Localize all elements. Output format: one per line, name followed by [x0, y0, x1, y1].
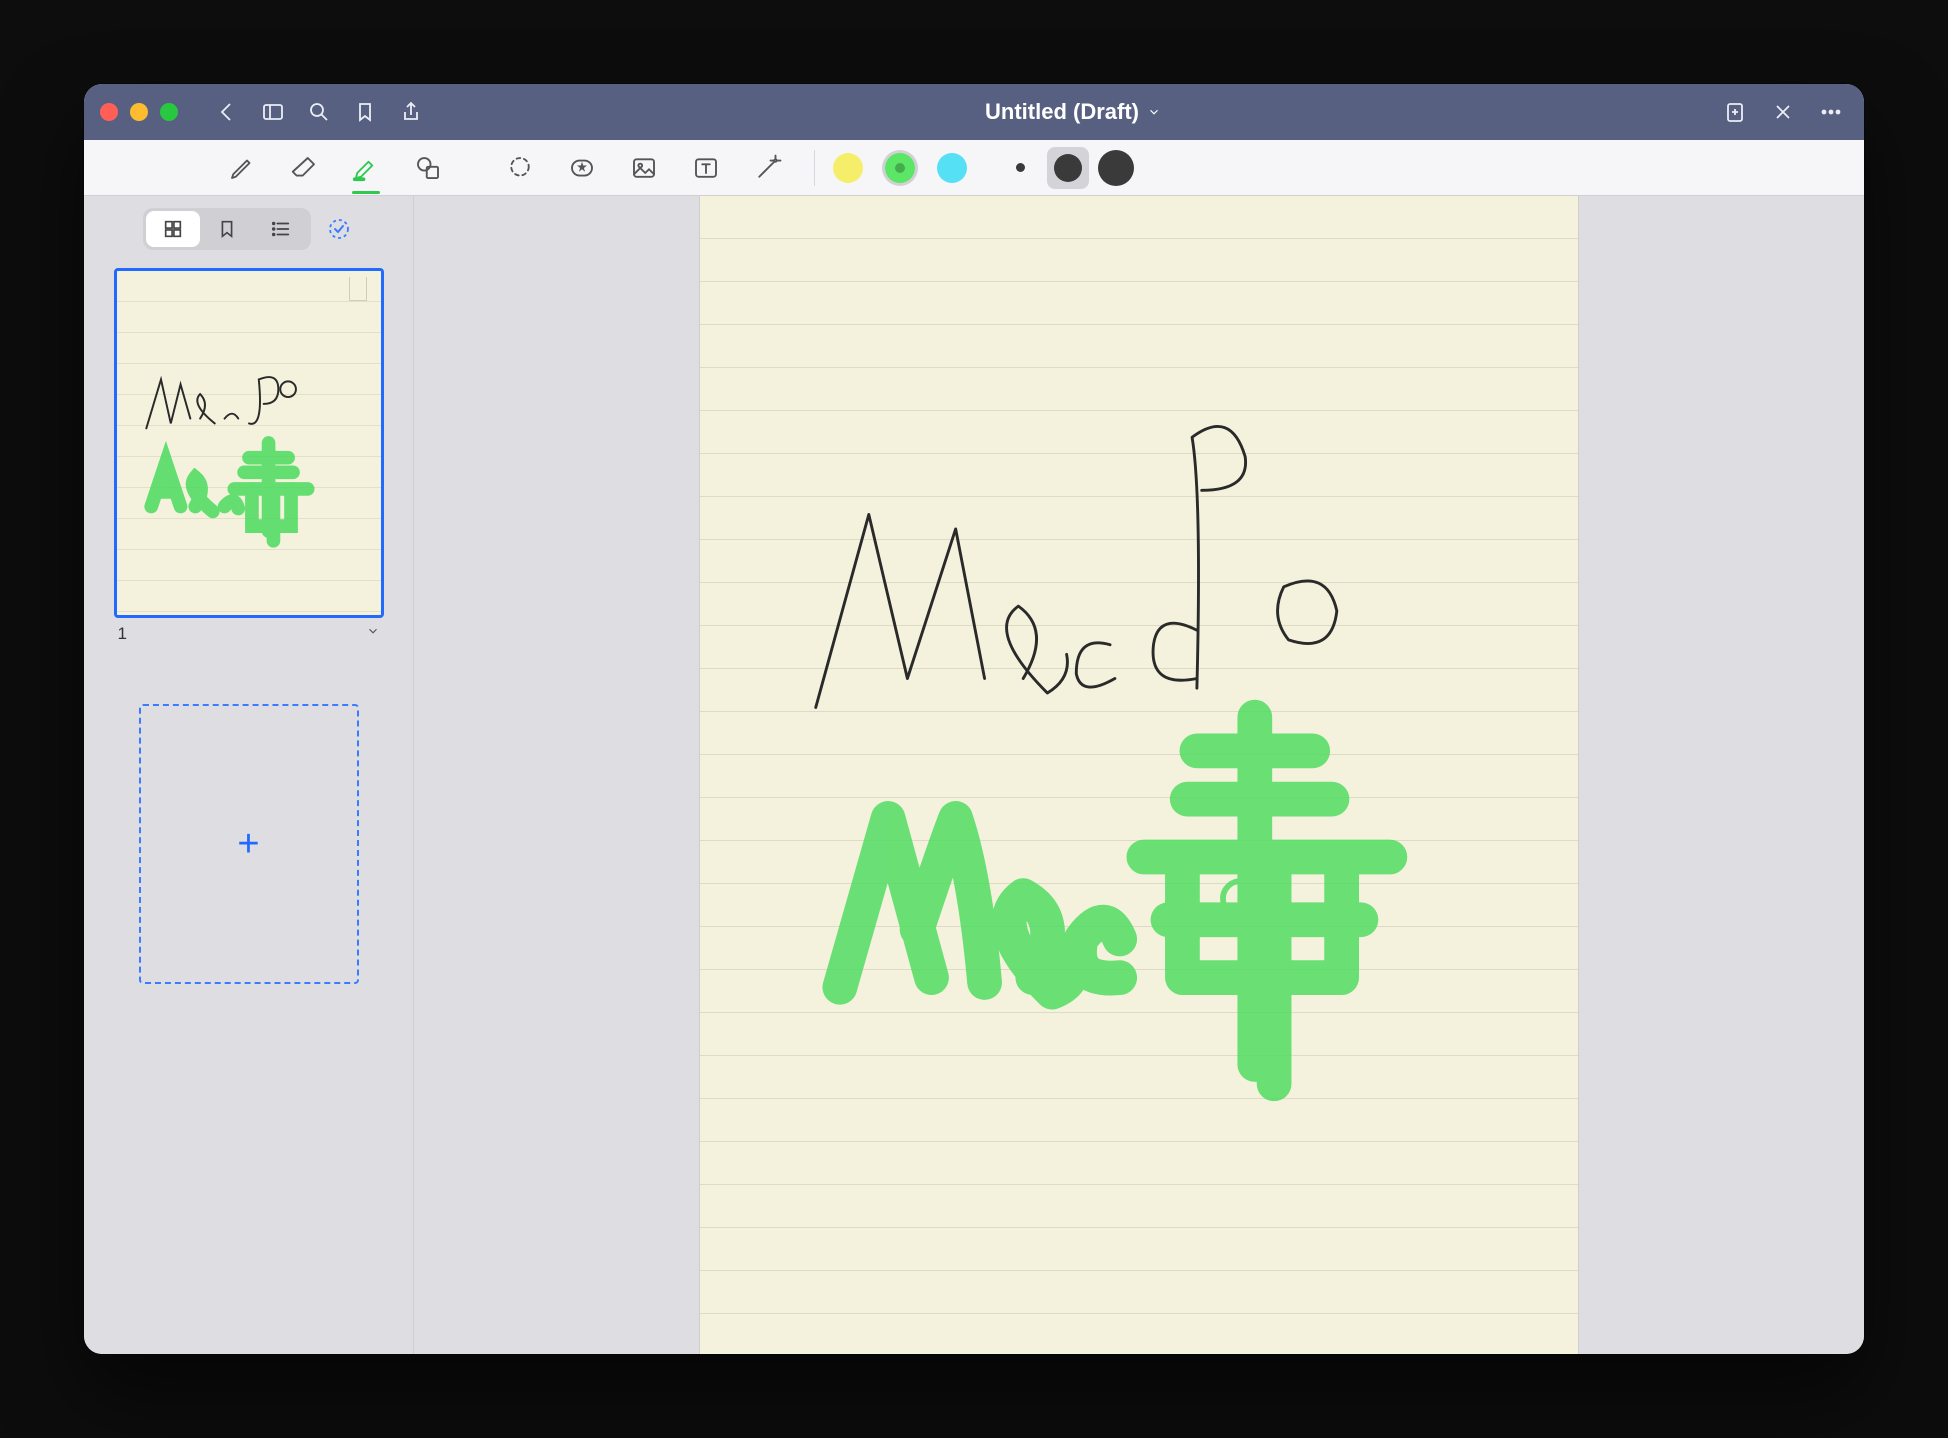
chevron-down-icon	[1147, 105, 1161, 119]
color-swatch-yellow[interactable]	[833, 153, 863, 183]
sticker-tool[interactable]	[554, 146, 610, 190]
share-icon	[399, 100, 423, 124]
magic-tool[interactable]	[740, 146, 796, 190]
search-button[interactable]	[302, 95, 336, 129]
tool-toolbar	[84, 140, 1864, 196]
back-button[interactable]	[210, 95, 244, 129]
traffic-lights	[100, 103, 178, 121]
image-tool[interactable]	[616, 146, 672, 190]
new-note-icon	[1723, 100, 1747, 124]
sync-icon	[327, 217, 351, 241]
highlighter-tool[interactable]	[338, 146, 394, 190]
body: 1 +	[84, 196, 1864, 1354]
toolbar-divider	[814, 150, 815, 186]
bookmark-button[interactable]	[348, 95, 382, 129]
close-document-button[interactable]	[1766, 95, 1800, 129]
page-sidebar: 1 +	[84, 196, 414, 1354]
sidebar-icon	[261, 100, 285, 124]
ellipsis-icon	[1819, 100, 1843, 124]
close-window-button[interactable]	[100, 103, 118, 121]
page-ink	[700, 196, 1578, 1354]
color-swatch-cyan[interactable]	[937, 153, 967, 183]
titlebar: Untitled (Draft)	[84, 84, 1864, 140]
eraser-tool[interactable]	[276, 146, 332, 190]
page-number: 1	[118, 624, 127, 644]
search-icon	[307, 100, 331, 124]
app-window: Untitled (Draft)	[84, 84, 1864, 1354]
grid-view-tab[interactable]	[146, 211, 200, 247]
lasso-icon	[505, 153, 535, 183]
stroke-size-large[interactable]	[1095, 147, 1137, 189]
sidebar-tabs	[96, 208, 401, 250]
lasso-tool[interactable]	[492, 146, 548, 190]
bookmark-icon	[216, 218, 238, 240]
view-segmented-control	[143, 208, 311, 250]
share-button[interactable]	[394, 95, 428, 129]
close-icon	[1771, 100, 1795, 124]
document-title[interactable]: Untitled (Draft)	[440, 99, 1706, 125]
highlighter-icon	[351, 153, 381, 183]
text-tool[interactable]	[678, 146, 734, 190]
new-note-button[interactable]	[1718, 95, 1752, 129]
text-icon	[691, 153, 721, 183]
canvas-area	[414, 196, 1864, 1354]
image-icon	[629, 153, 659, 183]
bookmark-icon	[353, 100, 377, 124]
grid-icon	[162, 218, 184, 240]
more-options-button[interactable]	[1814, 95, 1848, 129]
sticker-icon	[567, 153, 597, 183]
thumbnail-ink	[117, 271, 381, 615]
shape-tool[interactable]	[400, 146, 456, 190]
list-icon	[270, 218, 292, 240]
outline-view-tab[interactable]	[254, 211, 308, 247]
fullscreen-window-button[interactable]	[160, 103, 178, 121]
plus-icon: +	[237, 823, 259, 866]
sync-status[interactable]	[323, 213, 355, 245]
pen-icon	[227, 153, 257, 183]
pen-tool[interactable]	[214, 146, 270, 190]
stroke-size-medium[interactable]	[1047, 147, 1089, 189]
chevron-left-icon	[215, 100, 239, 124]
minimize-window-button[interactable]	[130, 103, 148, 121]
bookmarks-view-tab[interactable]	[200, 211, 254, 247]
wand-icon	[753, 153, 783, 183]
eraser-icon	[289, 153, 319, 183]
color-swatch-green[interactable]	[885, 153, 915, 183]
add-page-button[interactable]: +	[139, 704, 359, 984]
note-page[interactable]	[699, 196, 1579, 1354]
sidebar-toggle-button[interactable]	[256, 95, 290, 129]
shape-icon	[413, 153, 443, 183]
title-text: Untitled (Draft)	[985, 99, 1139, 125]
page-menu-icon[interactable]	[366, 624, 380, 638]
stroke-size-small[interactable]	[999, 147, 1041, 189]
page-thumbnail-1[interactable]: 1	[96, 268, 401, 644]
